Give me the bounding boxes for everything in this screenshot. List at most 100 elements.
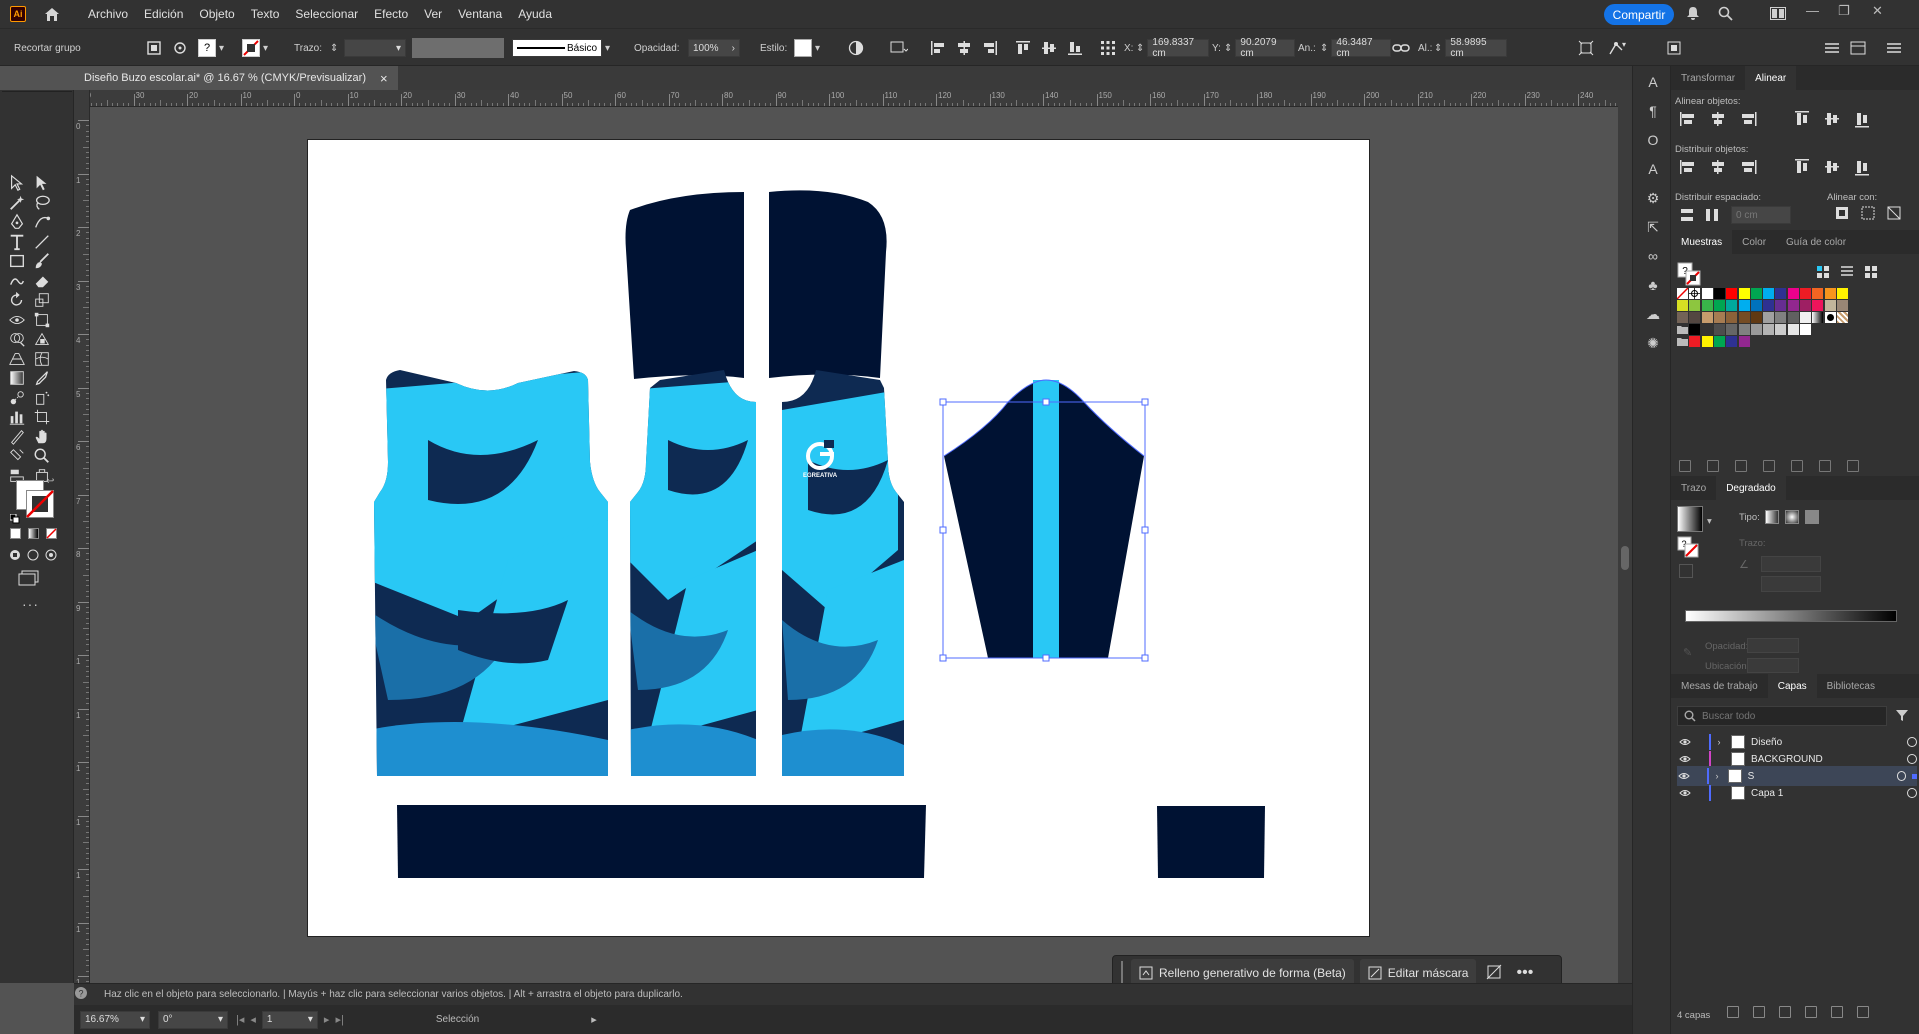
- h-align-left-icon[interactable]: [1679, 110, 1697, 128]
- opentype-icon[interactable]: O: [1643, 130, 1663, 150]
- tab-layers[interactable]: Capas: [1767, 674, 1817, 698]
- brush-definition[interactable]: Básico ▾: [512, 29, 610, 67]
- waistband-piece[interactable]: [397, 805, 926, 878]
- swatch[interactable]: [1701, 312, 1713, 323]
- radial-gradient-icon[interactable]: [1785, 510, 1799, 524]
- gradient-opacity-field[interactable]: [1747, 638, 1799, 653]
- menu-4[interactable]: Seleccionar: [287, 7, 366, 21]
- tab-swatches[interactable]: Muestras: [1671, 230, 1733, 254]
- h-distribute-center-icon[interactable]: [1823, 158, 1841, 176]
- v-align-center-icon[interactable]: [1823, 110, 1841, 128]
- v-distribute-top-icon[interactable]: [1679, 158, 1697, 176]
- opacity-field[interactable]: 100% ›: [688, 29, 740, 67]
- gradient-fill-stroke[interactable]: ?: [1677, 536, 1699, 561]
- minimize-icon[interactable]: —: [1806, 3, 1819, 18]
- artboard-field[interactable]: 1 ▾: [261, 1010, 318, 1029]
- swatch[interactable]: [1738, 300, 1750, 311]
- puppet-warp-icon[interactable]: ▾: [1608, 29, 1626, 67]
- swatch[interactable]: [1775, 324, 1787, 335]
- isolate-group-icon[interactable]: [146, 29, 162, 67]
- align-to-key-object-icon[interactable]: [1835, 206, 1849, 220]
- swatch[interactable]: [1713, 324, 1725, 335]
- swatch[interactable]: [1775, 312, 1787, 323]
- swatch[interactable]: [1726, 288, 1738, 299]
- tab-color-guide[interactable]: Guía de color: [1776, 230, 1856, 254]
- swatch[interactable]: [1677, 324, 1688, 335]
- swatch[interactable]: [1763, 324, 1775, 335]
- delete-layer-icon[interactable]: [1857, 1006, 1869, 1018]
- artboard[interactable]: EGREATIVA: [307, 139, 1370, 937]
- draw-behind-icon[interactable]: [26, 548, 40, 565]
- swatch[interactable]: [1738, 336, 1750, 347]
- align-bottom-icon[interactable]: [1068, 29, 1082, 67]
- tab-color[interactable]: Color: [1732, 230, 1776, 254]
- swatch[interactable]: [1750, 288, 1762, 299]
- gradient-angle-field[interactable]: [1761, 556, 1821, 572]
- align-to-icon[interactable]: [890, 29, 908, 67]
- panel-menu-icon[interactable]: [1824, 29, 1840, 67]
- menu-0[interactable]: Archivo: [80, 7, 136, 21]
- zoom-field[interactable]: 16.67% ▾: [80, 1010, 150, 1029]
- close-tab-icon[interactable]: ×: [380, 71, 388, 86]
- gradient-preview-menu-icon[interactable]: ▾: [1707, 516, 1712, 527]
- gradient-preview[interactable]: [1677, 506, 1703, 532]
- status-menu-icon[interactable]: ▸: [591, 1013, 597, 1026]
- v-align-bottom-icon[interactable]: [1853, 110, 1871, 128]
- gradient-location-field[interactable]: [1747, 658, 1799, 673]
- more-options-icon[interactable]: [1886, 29, 1902, 67]
- gradient-mode-icon[interactable]: [28, 528, 39, 539]
- swatch[interactable]: [1800, 288, 1811, 299]
- libraries-icon[interactable]: ☁: [1643, 304, 1663, 324]
- expand-chevron-icon[interactable]: ›: [1717, 737, 1731, 747]
- swatch[interactable]: [1726, 324, 1738, 335]
- default-colors-icon[interactable]: [9, 513, 20, 524]
- h-align-center-icon[interactable]: [1709, 110, 1727, 128]
- list-view-icon[interactable]: [1839, 264, 1855, 280]
- swatch[interactable]: [1800, 300, 1811, 311]
- grid-view-icon[interactable]: [1863, 264, 1879, 280]
- x-position-field[interactable]: ⇕ 169.8337 cm: [1136, 29, 1210, 67]
- freeform-gradient-icon[interactable]: [1805, 510, 1819, 524]
- swatch[interactable]: [1775, 300, 1787, 311]
- export-icon[interactable]: ⇱: [1643, 217, 1663, 237]
- layers-search-input[interactable]: [1702, 710, 1872, 722]
- swatch[interactable]: [1775, 288, 1787, 299]
- swatch[interactable]: [1824, 300, 1836, 311]
- swatch[interactable]: [1800, 324, 1811, 335]
- swatch[interactable]: [1689, 300, 1701, 311]
- home-icon[interactable]: [42, 4, 62, 24]
- tab-stroke[interactable]: Trazo: [1671, 476, 1716, 500]
- gradient-slider[interactable]: [1685, 610, 1897, 622]
- swatch[interactable]: [1701, 300, 1713, 311]
- visibility-eye-icon[interactable]: [1677, 772, 1692, 780]
- h-align-right-icon[interactable]: [1739, 110, 1757, 128]
- swatch[interactable]: [1738, 312, 1750, 323]
- show-kinds-icon[interactable]: [1707, 460, 1719, 472]
- color-group-icon[interactable]: [1763, 460, 1775, 472]
- swatch[interactable]: [1787, 300, 1799, 311]
- hood-left-piece[interactable]: [625, 192, 745, 379]
- layers-search[interactable]: [1677, 706, 1887, 726]
- tab-align[interactable]: Alinear: [1745, 66, 1797, 90]
- swatch[interactable]: [1787, 288, 1799, 299]
- target-icon[interactable]: [172, 29, 188, 67]
- swatch[interactable]: [1713, 312, 1725, 323]
- visibility-eye-icon[interactable]: [1677, 755, 1693, 763]
- tab-artboards[interactable]: Mesas de trabajo: [1671, 674, 1768, 698]
- constrain-proportions-icon[interactable]: [1392, 29, 1410, 67]
- swatch-fill-stroke[interactable]: ?: [1677, 262, 1701, 289]
- screen-mode-icon[interactable]: [18, 570, 40, 589]
- menu-2[interactable]: Objeto: [191, 7, 242, 21]
- align-hcenter-icon[interactable]: [956, 29, 972, 67]
- swatch[interactable]: [1787, 312, 1799, 323]
- document-tab[interactable]: Diseño Buzo escolar.ai* @ 16.67 % (CMYK/…: [74, 66, 398, 90]
- reverse-gradient-icon[interactable]: [1679, 564, 1693, 578]
- swatch[interactable]: [1738, 324, 1750, 335]
- vertical-distribute-space-icon[interactable]: [1679, 208, 1695, 222]
- swatch[interactable]: [1763, 300, 1775, 311]
- recolor-icon[interactable]: [848, 29, 864, 67]
- close-window-icon[interactable]: ✕: [1872, 3, 1883, 19]
- swatch[interactable]: [1824, 288, 1836, 299]
- swatch[interactable]: [1800, 312, 1811, 323]
- filter-icon[interactable]: [1895, 708, 1909, 725]
